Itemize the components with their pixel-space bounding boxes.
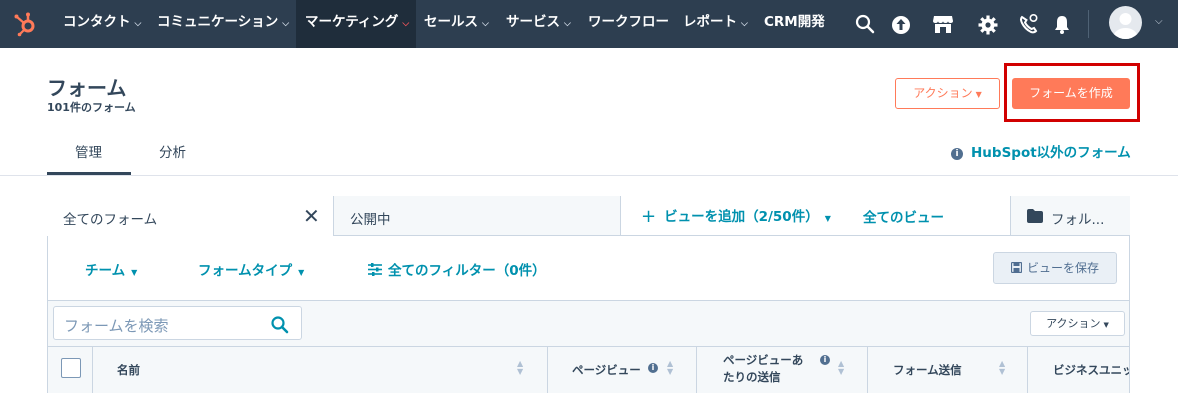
column-header-submissions[interactable]: フォーム送信 ▲ ▼ (867, 346, 1028, 393)
search-placeholder: フォームを検索 (64, 317, 169, 335)
chevron-down-icon: ⌵ (482, 19, 489, 29)
tab-analyze[interactable]: 分析 (159, 141, 186, 161)
caret-down-icon: ▼ (975, 90, 982, 99)
chevron-down-icon: ⌵ (282, 19, 290, 29)
column-header-pageviews[interactable]: ページビュー i ▲ ▼ (547, 346, 697, 393)
nav-item-reports[interactable]: レポート ⌵ (683, 0, 748, 48)
info-icon: i (951, 148, 963, 160)
plus-icon: + (641, 206, 657, 227)
chevron-down-icon: ⌵ (134, 19, 142, 29)
view-tab-published[interactable]: 公開中 (334, 196, 621, 236)
folders-tab[interactable]: フォル... (1010, 196, 1130, 236)
form-type-filter[interactable]: フォームタイプ ▼ (198, 259, 304, 279)
folder-icon (1027, 209, 1043, 223)
form-count: 101件のフォーム (47, 101, 136, 114)
chevron-down-icon[interactable]: ⌵ (1155, 16, 1163, 27)
table-actions-button[interactable]: アクション ▼ (1030, 311, 1125, 336)
info-icon[interactable]: i (648, 363, 658, 373)
column-header-name[interactable]: 名前 ▲ ▼ (92, 346, 548, 393)
column-label: ビジネスユニット (1053, 363, 1129, 377)
user-icon (1113, 13, 1138, 39)
marketplace-icon[interactable] (931, 12, 955, 36)
nav-item-label: ワークフロー (588, 14, 669, 30)
non-hubspot-forms-link[interactable]: i HubSpot以外のフォーム (951, 141, 1131, 161)
all-views-link[interactable]: 全てのビュー (863, 206, 944, 226)
tabs-divider (0, 175, 1178, 176)
hubspot-logo-icon[interactable] (13, 11, 39, 37)
chevron-down-icon: ⌵ (564, 19, 571, 29)
actions-button[interactable]: アクション ▼ (895, 78, 1000, 109)
nav-item-service[interactable]: サービス ⌵ (506, 0, 571, 48)
nav-item-label: サービス (506, 14, 560, 30)
nav-item-label: セールス (424, 14, 478, 30)
column-label-line: ページビューあ (723, 353, 804, 367)
column-label: ページビュー (572, 363, 641, 377)
gear-icon[interactable] (976, 12, 1000, 36)
chevron-down-icon: ⌵ (741, 19, 748, 29)
actions-label: アクション (1046, 317, 1101, 330)
column-label: フォーム送信 (893, 363, 962, 377)
column-label: ページビューあ たりの送信 (723, 352, 803, 386)
nav-item-label: コミュニケーション (157, 14, 279, 30)
select-all-checkbox[interactable] (61, 358, 81, 378)
nav-item-workflows[interactable]: ワークフロー (588, 0, 669, 48)
save-view-button[interactable]: ビューを保存 (993, 252, 1117, 284)
nav-item-label: マーケティング (305, 14, 399, 30)
nav-item-label: コンタクト (63, 14, 131, 30)
caret-down-icon: ▼ (824, 214, 831, 223)
nav-item-marketing[interactable]: マーケティング ⌵ (296, 0, 416, 48)
view-tab-label: 全てのフォーム (63, 212, 158, 228)
filter-sliders-icon (368, 263, 382, 276)
top-nav: コンタクト ⌵ コミュニケーション ⌵ マーケティング ⌵ セールス ⌵ サービス ⌵ ワ… (0, 0, 1178, 48)
save-view-label: ビューを保存 (1026, 261, 1099, 275)
all-filters-button[interactable]: 全てのフィルター（0件） (368, 259, 546, 279)
search-icon[interactable] (270, 315, 290, 335)
add-view-button[interactable]: + ビューを追加（2/50件） ▼ (641, 205, 831, 227)
filter-label: チーム (85, 263, 126, 279)
view-tab-label: 公開中 (350, 212, 391, 228)
add-view-label: ビューを追加（2/50件） (664, 209, 819, 225)
folders-label: フォル... (1051, 212, 1105, 228)
bell-icon[interactable] (1050, 12, 1074, 36)
close-icon[interactable]: ✕ (303, 204, 320, 228)
nav-item-communications[interactable]: コミュニケーション ⌵ (157, 0, 289, 48)
nav-divider (1088, 10, 1089, 38)
info-icon[interactable]: i (820, 355, 830, 365)
search-input[interactable]: フォームを検索 (53, 306, 302, 340)
actions-button-label: アクション (913, 86, 973, 100)
sort-icon[interactable]: ▲ ▼ (999, 360, 1005, 376)
sort-icon[interactable]: ▲ ▼ (667, 360, 673, 376)
calling-icon[interactable] (1017, 12, 1041, 36)
column-label-line: たりの送信 (723, 370, 781, 384)
all-filters-label: 全てのフィルター（0件） (388, 263, 546, 279)
search-icon[interactable] (853, 12, 877, 36)
nav-item-label: CRM開発 (764, 14, 825, 30)
nav-item-crm-dev[interactable]: CRM開発 (764, 0, 825, 48)
nav-item-label: レポート (683, 14, 737, 30)
create-form-button[interactable]: フォームを作成 (1012, 78, 1130, 109)
sort-icon[interactable]: ▲ ▼ (838, 360, 844, 376)
save-icon (1010, 261, 1023, 274)
view-tab-all-forms[interactable]: 全てのフォーム ✕ (47, 196, 334, 236)
page-title: フォーム (47, 76, 127, 100)
column-header-business-unit[interactable]: ビジネスユニット (1027, 346, 1129, 393)
filter-label: フォームタイプ (198, 263, 293, 279)
chevron-down-icon: ⌵ (402, 19, 410, 29)
nav-item-contacts[interactable]: コンタクト ⌵ (63, 0, 141, 48)
caret-down-icon: ▼ (131, 268, 138, 277)
sort-icon[interactable]: ▲ ▼ (517, 360, 523, 376)
team-filter[interactable]: チーム ▼ (85, 259, 137, 279)
avatar[interactable] (1109, 6, 1142, 39)
tab-manage[interactable]: 管理 (75, 141, 102, 161)
upgrade-icon[interactable] (889, 12, 913, 36)
column-label: 名前 (117, 363, 140, 377)
non-hubspot-forms-label: HubSpot以外のフォーム (971, 145, 1131, 161)
column-header-submission-rate[interactable]: ページビューあ たりの送信 i ▲ ▼ (696, 346, 868, 393)
nav-item-sales[interactable]: セールス ⌵ (424, 0, 489, 48)
caret-down-icon: ▼ (1103, 321, 1109, 329)
caret-down-icon: ▼ (298, 268, 305, 277)
